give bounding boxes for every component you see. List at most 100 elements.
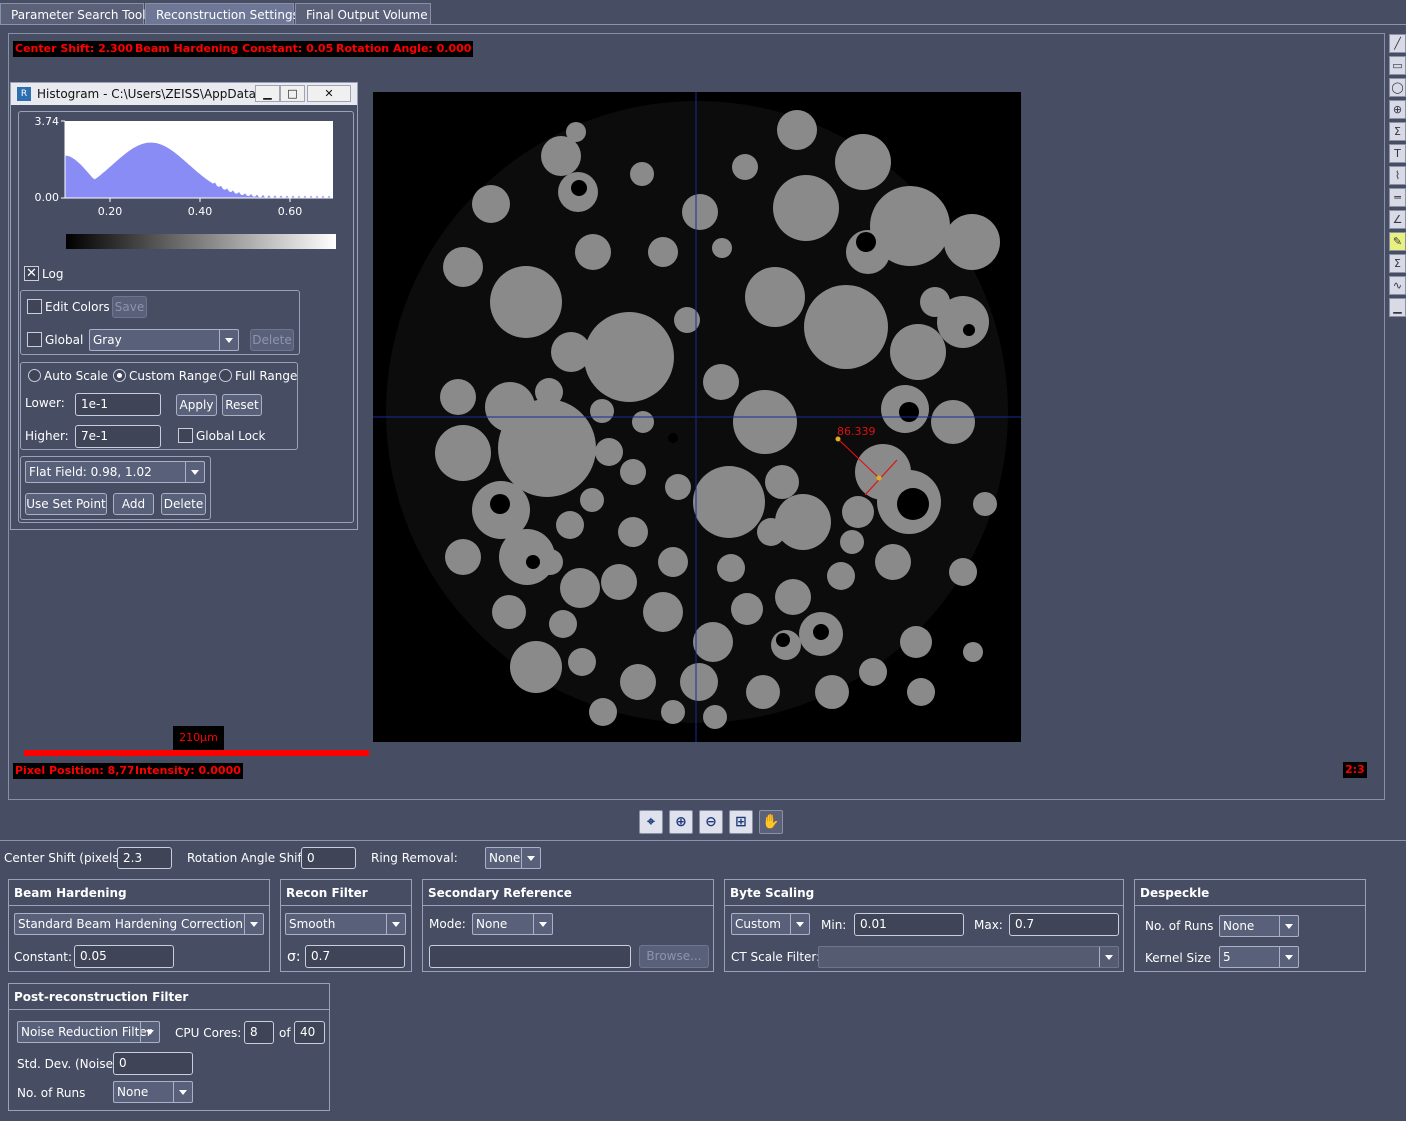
save-button[interactable]: Save <box>112 296 147 318</box>
full-range-radio[interactable] <box>219 369 232 382</box>
curve-tool-icon[interactable]: ∿ <box>1389 276 1406 295</box>
use-set-point-button[interactable]: Use Set Point <box>25 493 107 515</box>
of-label: of <box>279 1026 291 1040</box>
sigma-tool-icon[interactable]: Σ <box>1389 254 1406 273</box>
delete-colormap-button[interactable]: Delete <box>250 329 294 351</box>
byte-scaling-select[interactable]: Custom <box>731 913 810 935</box>
custom-range-label: Custom Range <box>129 369 217 383</box>
maximize-icon[interactable]: □ <box>280 85 305 102</box>
ruler-tool-icon[interactable]: ═ <box>1389 188 1406 207</box>
histogram-dialog[interactable]: R Histogram - C:\Users\ZEISS\AppData\...… <box>10 82 358 530</box>
global-checkbox[interactable] <box>27 332 42 347</box>
rotation-angle-label: Rotation Angle Shift: <box>187 851 311 865</box>
zoom-in-icon[interactable]: ⊕ <box>669 810 693 834</box>
despeckle-runs-select[interactable]: None <box>1219 915 1299 937</box>
circle-cross-tool-icon[interactable]: ⊕ <box>1389 100 1406 119</box>
measurement-point-end[interactable] <box>876 475 882 481</box>
despeckle-title: Despeckle <box>1135 880 1365 906</box>
sigma-input[interactable]: 0.7 <box>305 945 405 968</box>
rectangle-tool-icon[interactable]: ▭ <box>1389 56 1406 75</box>
pan-hand-icon[interactable]: ✋ <box>759 810 783 834</box>
reset-button[interactable]: Reset <box>222 394 262 416</box>
colormap-value: Gray <box>93 333 122 347</box>
intensity-overlay: Intensity: 0.0000 <box>133 763 243 779</box>
ct-scale-filter-select[interactable] <box>818 946 1119 968</box>
histogram-plot: 3.74 0.00 0.20 0.40 0.60 <box>35 115 333 218</box>
higher-input[interactable]: 7e-1 <box>75 425 161 448</box>
std-dev-input[interactable]: 0 <box>113 1052 193 1075</box>
tab-reconstruction-settings[interactable]: Reconstruction Settings <box>145 3 299 25</box>
log-checkbox[interactable]: ✕ <box>24 266 39 281</box>
min-input[interactable]: 0.01 <box>854 913 964 936</box>
zoom-fit-icon[interactable]: ⊞ <box>729 810 753 834</box>
histogram-tool-icon[interactable]: ▁ <box>1389 298 1406 317</box>
browse-button[interactable]: Browse... <box>639 945 709 968</box>
delete-point-button[interactable]: Delete <box>161 493 206 515</box>
chevron-down-icon <box>140 1022 159 1042</box>
secondary-mode-select[interactable]: None <box>472 913 553 935</box>
byte-scaling-panel: Byte Scaling Custom Min: 0.01 Max: 0.7 C… <box>724 879 1124 972</box>
recon-filter-select[interactable]: Smooth <box>285 913 406 935</box>
full-range-label: Full Range <box>235 369 298 383</box>
edit-colors-checkbox[interactable] <box>27 299 42 314</box>
histogram-title-bar[interactable]: R Histogram - C:\Users\ZEISS\AppData\...… <box>11 83 357 105</box>
tab-final-output-volume[interactable]: Final Output Volume <box>295 3 431 25</box>
hist-x-tick: 0.40 <box>188 205 213 218</box>
lower-input[interactable]: 1e-1 <box>75 393 161 416</box>
sigma-label: σ: <box>287 949 301 965</box>
ellipse-tool-icon[interactable]: ◯ <box>1389 78 1406 97</box>
recon-filter-title: Recon Filter <box>281 880 411 906</box>
minimize-icon[interactable]: ▁ <box>255 85 280 102</box>
post-reconstruction-title: Post-reconstruction Filter <box>9 984 329 1010</box>
crosshair-icon[interactable]: ⌖ <box>639 810 663 834</box>
ring-removal-select[interactable]: None <box>485 847 541 869</box>
sum-tool-icon[interactable]: Σ <box>1389 122 1406 141</box>
rotation-angle-input[interactable]: 0 <box>301 847 356 869</box>
custom-range-radio[interactable] <box>113 369 126 382</box>
close-icon[interactable]: ✕ <box>307 85 351 102</box>
higher-label: Higher: <box>25 429 69 443</box>
constant-label: Constant: <box>14 950 72 964</box>
post-filter-select[interactable]: Noise Reduction Filter <box>17 1021 160 1043</box>
post-runs-select[interactable]: None <box>113 1081 193 1103</box>
chevron-down-icon <box>521 848 540 868</box>
hist-y-max: 3.74 <box>35 115 60 128</box>
global-lock-checkbox[interactable] <box>178 428 193 443</box>
tab-parameter-search-tool[interactable]: Parameter Search Tool <box>0 3 146 25</box>
chevron-down-icon <box>1099 947 1118 967</box>
ring-removal-value: None <box>489 851 521 865</box>
line-tool-icon[interactable]: ╱ <box>1389 34 1406 53</box>
auto-scale-radio[interactable] <box>28 369 41 382</box>
text-tool-icon[interactable]: T <box>1389 144 1406 163</box>
colormap-select[interactable]: Gray <box>89 329 239 351</box>
zoom-out-icon[interactable]: ⊖ <box>699 810 723 834</box>
chevron-down-icon <box>185 462 204 482</box>
beam-hardening-select[interactable]: Standard Beam Hardening Correction <box>14 913 264 935</box>
apply-button[interactable]: Apply <box>176 394 217 416</box>
add-button[interactable]: Add <box>113 493 154 515</box>
settings-divider <box>0 840 1406 841</box>
cpu-cores-input[interactable]: 8 <box>244 1021 274 1044</box>
ct-slice-image[interactable]: 86.339 <box>373 92 1021 742</box>
flat-field-select[interactable]: Flat Field: 0.98, 1.02 <box>25 461 205 483</box>
chevron-down-icon <box>219 330 238 350</box>
kernel-size-select[interactable]: 5 <box>1219 946 1299 968</box>
hist-x-tick: 0.20 <box>98 205 123 218</box>
center-shift-input[interactable]: 2.3 <box>117 847 172 869</box>
constant-input[interactable]: 0.05 <box>74 945 174 968</box>
kernel-size-label: Kernel Size <box>1145 951 1212 965</box>
max-input[interactable]: 0.7 <box>1009 913 1119 936</box>
pixel-position-overlay: Pixel Position: 8,778 <box>13 763 145 779</box>
ring-removal-label: Ring Removal: <box>371 851 458 865</box>
pencil-tool-icon[interactable]: ✎ <box>1389 232 1406 251</box>
angle-tool-icon[interactable]: ∠ <box>1389 210 1406 229</box>
std-dev-label: Std. Dev. (Noise): <box>17 1057 122 1071</box>
flat-field-value: Flat Field: 0.98, 1.02 <box>29 465 152 479</box>
log-label: Log <box>42 267 64 281</box>
mode-label: Mode: <box>429 917 466 931</box>
hist-y-min: 0.00 <box>35 191 60 204</box>
profile-tool-icon[interactable]: ⌇ <box>1389 166 1406 185</box>
max-label: Max: <box>974 918 1003 932</box>
secondary-path-input[interactable] <box>429 945 631 968</box>
global-label: Global <box>45 333 84 347</box>
